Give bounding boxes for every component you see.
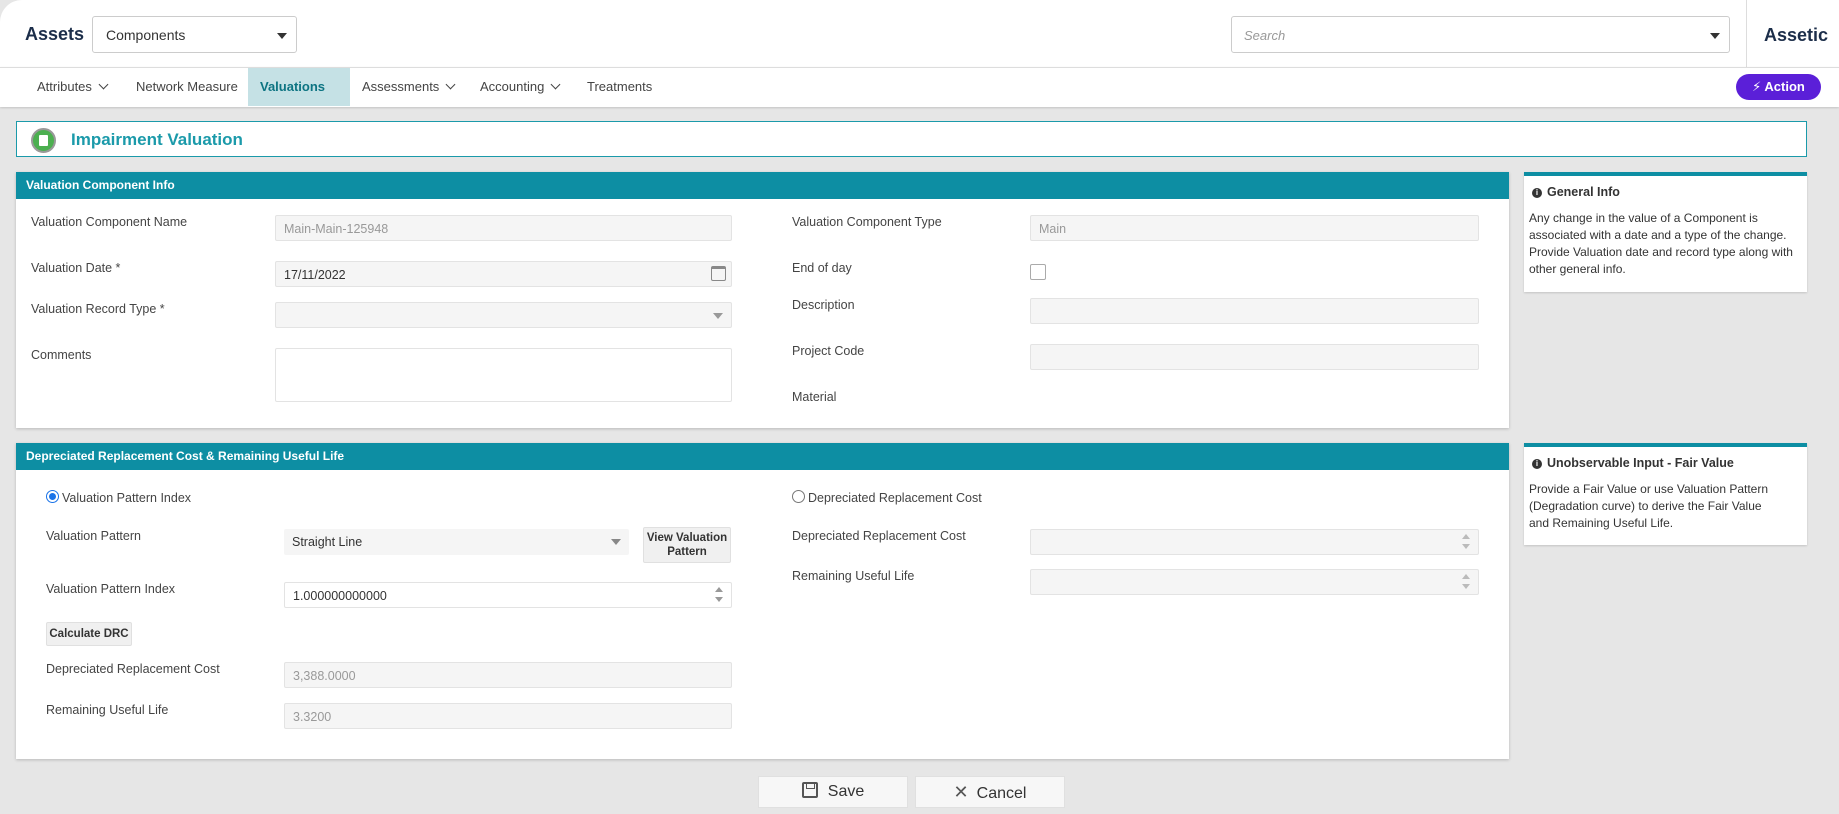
app-brand[interactable]: Assets [25, 24, 84, 45]
save-label: Save [827, 783, 865, 800]
info-icon: i [1532, 188, 1542, 198]
rul-right-label: Remaining Useful Life [792, 569, 915, 583]
action-label: Action [1764, 79, 1805, 94]
info-icon: i [1532, 459, 1542, 469]
description-field[interactable] [1030, 298, 1479, 324]
comments-label: Comments [31, 348, 92, 362]
view-valuation-pattern-button[interactable]: View Valuation Pattern [643, 527, 731, 563]
tab-label: Attributes [37, 79, 92, 94]
spin-up-icon[interactable] [1462, 574, 1470, 579]
calendar-icon[interactable] [711, 266, 726, 281]
general-info-card: i General Info Any change in the value of… [1524, 172, 1807, 292]
record-type-label: Valuation Record Type * [31, 302, 165, 316]
close-icon: ✕ [953, 782, 969, 802]
valuation-pattern-index-label: Valuation Pattern Index [46, 582, 176, 596]
brand-logo-area: Assetic [1746, 0, 1839, 67]
record-type-select[interactable] [275, 302, 732, 328]
component-type-label: Valuation Component Type [792, 215, 942, 229]
unobservable-input-title-text: Unobservable Input - Fair Value [1547, 456, 1734, 470]
cancel-button[interactable]: ✕ Cancel [915, 776, 1065, 808]
valuation-date-label: Valuation Date * [31, 261, 121, 275]
tab-label: Valuations [260, 79, 326, 94]
search-placeholder: Search [1244, 28, 1286, 43]
tab-attributes[interactable]: Attributes [25, 68, 119, 106]
chevron-down-icon [713, 313, 723, 319]
cancel-label: Cancel [976, 785, 1027, 802]
component-name-label: Valuation Component Name [31, 215, 188, 229]
component-name-field[interactable]: Main-Main-125948 [275, 215, 732, 241]
tab-label: Network Measure [136, 79, 238, 94]
radio-valuation-pattern-index-label[interactable]: Valuation Pattern Index [62, 491, 191, 505]
valuation-component-info-panel: Valuation Component Info Valuation Compo… [16, 172, 1509, 428]
valuation-pattern-index-value: 1.000000000000 [293, 589, 387, 603]
radio-valuation-pattern-index[interactable] [46, 490, 59, 503]
panel-header: Depreciated Replacement Cost & Remaining… [16, 443, 1509, 470]
context-select[interactable]: Components [92, 16, 297, 53]
calculate-drc-button[interactable]: Calculate DRC [46, 622, 132, 646]
material-label: Material [792, 390, 837, 404]
tab-network-measure[interactable]: Network Measure [124, 68, 250, 106]
panel-header: Valuation Component Info [16, 172, 1509, 199]
chevron-down-icon [98, 79, 109, 90]
description-label: Description [792, 298, 855, 312]
assetic-logo: Assetic [1764, 25, 1829, 45]
unobservable-input-text: Provide a Fair Value or use Valuation Pa… [1529, 482, 1769, 530]
end-of-day-checkbox[interactable] [1030, 264, 1046, 280]
component-type-field[interactable]: Main [1030, 215, 1479, 241]
drc-right-input[interactable] [1030, 529, 1479, 555]
unobservable-input-title: i Unobservable Input - Fair Value [1532, 456, 1734, 470]
rul-left-field[interactable]: 3.3200 [284, 703, 732, 729]
end-of-day-label: End of day [792, 261, 852, 275]
spin-down-icon[interactable] [715, 597, 723, 602]
comments-textarea[interactable] [275, 348, 732, 402]
action-button[interactable]: ⚡ Action [1736, 74, 1821, 100]
drc-right-label: Depreciated Replacement Cost [792, 529, 966, 543]
project-code-label: Project Code [792, 344, 865, 358]
radio-depreciated-replacement-cost-label[interactable]: Depreciated Replacement Cost [808, 491, 982, 505]
chevron-down-icon [550, 79, 561, 90]
top-header: Assets Components Search Assetic [0, 0, 1839, 67]
valuation-date-value: 17/11/2022 [284, 268, 346, 282]
lightning-icon: ⚡ [1752, 79, 1762, 94]
tab-label: Treatments [587, 79, 653, 94]
chevron-down-icon [611, 539, 621, 545]
tab-assessments[interactable]: Assessments [350, 68, 466, 106]
valuation-pattern-label: Valuation Pattern [46, 529, 141, 543]
tab-label: Accounting [480, 79, 545, 94]
page-title: Impairment Valuation [71, 130, 243, 149]
save-icon [801, 782, 818, 798]
drc-panel: Depreciated Replacement Cost & Remaining… [16, 443, 1509, 759]
spin-down-icon[interactable] [1462, 544, 1470, 549]
chevron-down-icon [1710, 33, 1720, 39]
save-button[interactable]: Save [758, 776, 908, 808]
tab-treatments[interactable]: Treatments [575, 68, 664, 106]
valuation-pattern-index-input[interactable]: 1.000000000000 [284, 582, 732, 608]
nav-bar: Attributes Network Measure Valuations As… [0, 67, 1839, 128]
spin-down-icon[interactable] [1462, 584, 1470, 589]
tab-valuations[interactable]: Valuations [248, 68, 350, 128]
chevron-down-icon [277, 33, 287, 39]
tab-accounting[interactable]: Accounting [468, 68, 571, 106]
page-title-bar: Impairment Valuation [16, 121, 1807, 157]
valuation-pattern-select[interactable]: Straight Line [284, 529, 629, 555]
valuation-pattern-value: Straight Line [292, 535, 363, 549]
chevron-down-icon [445, 79, 456, 90]
rul-right-input[interactable] [1030, 569, 1479, 595]
spin-up-icon[interactable] [1462, 534, 1470, 539]
general-info-title-text: General Info [1547, 185, 1620, 199]
general-info-title: i General Info [1532, 185, 1620, 199]
context-select-value: Components [106, 27, 186, 43]
search-input[interactable]: Search [1231, 16, 1730, 53]
general-info-text: Any change in the value of a Component i… [1529, 211, 1793, 276]
tab-label: Assessments [362, 79, 440, 94]
project-code-field[interactable] [1030, 344, 1479, 370]
radio-depreciated-replacement-cost[interactable] [792, 490, 805, 503]
drc-left-label: Depreciated Replacement Cost [46, 662, 220, 676]
drc-left-field[interactable]: 3,388.0000 [284, 662, 732, 688]
valuation-date-field[interactable]: 17/11/2022 [275, 261, 732, 287]
rul-left-label: Remaining Useful Life [46, 703, 169, 717]
spin-up-icon[interactable] [715, 587, 723, 592]
valuation-icon [31, 128, 56, 153]
unobservable-input-card: i Unobservable Input - Fair Value Provide… [1524, 443, 1807, 545]
